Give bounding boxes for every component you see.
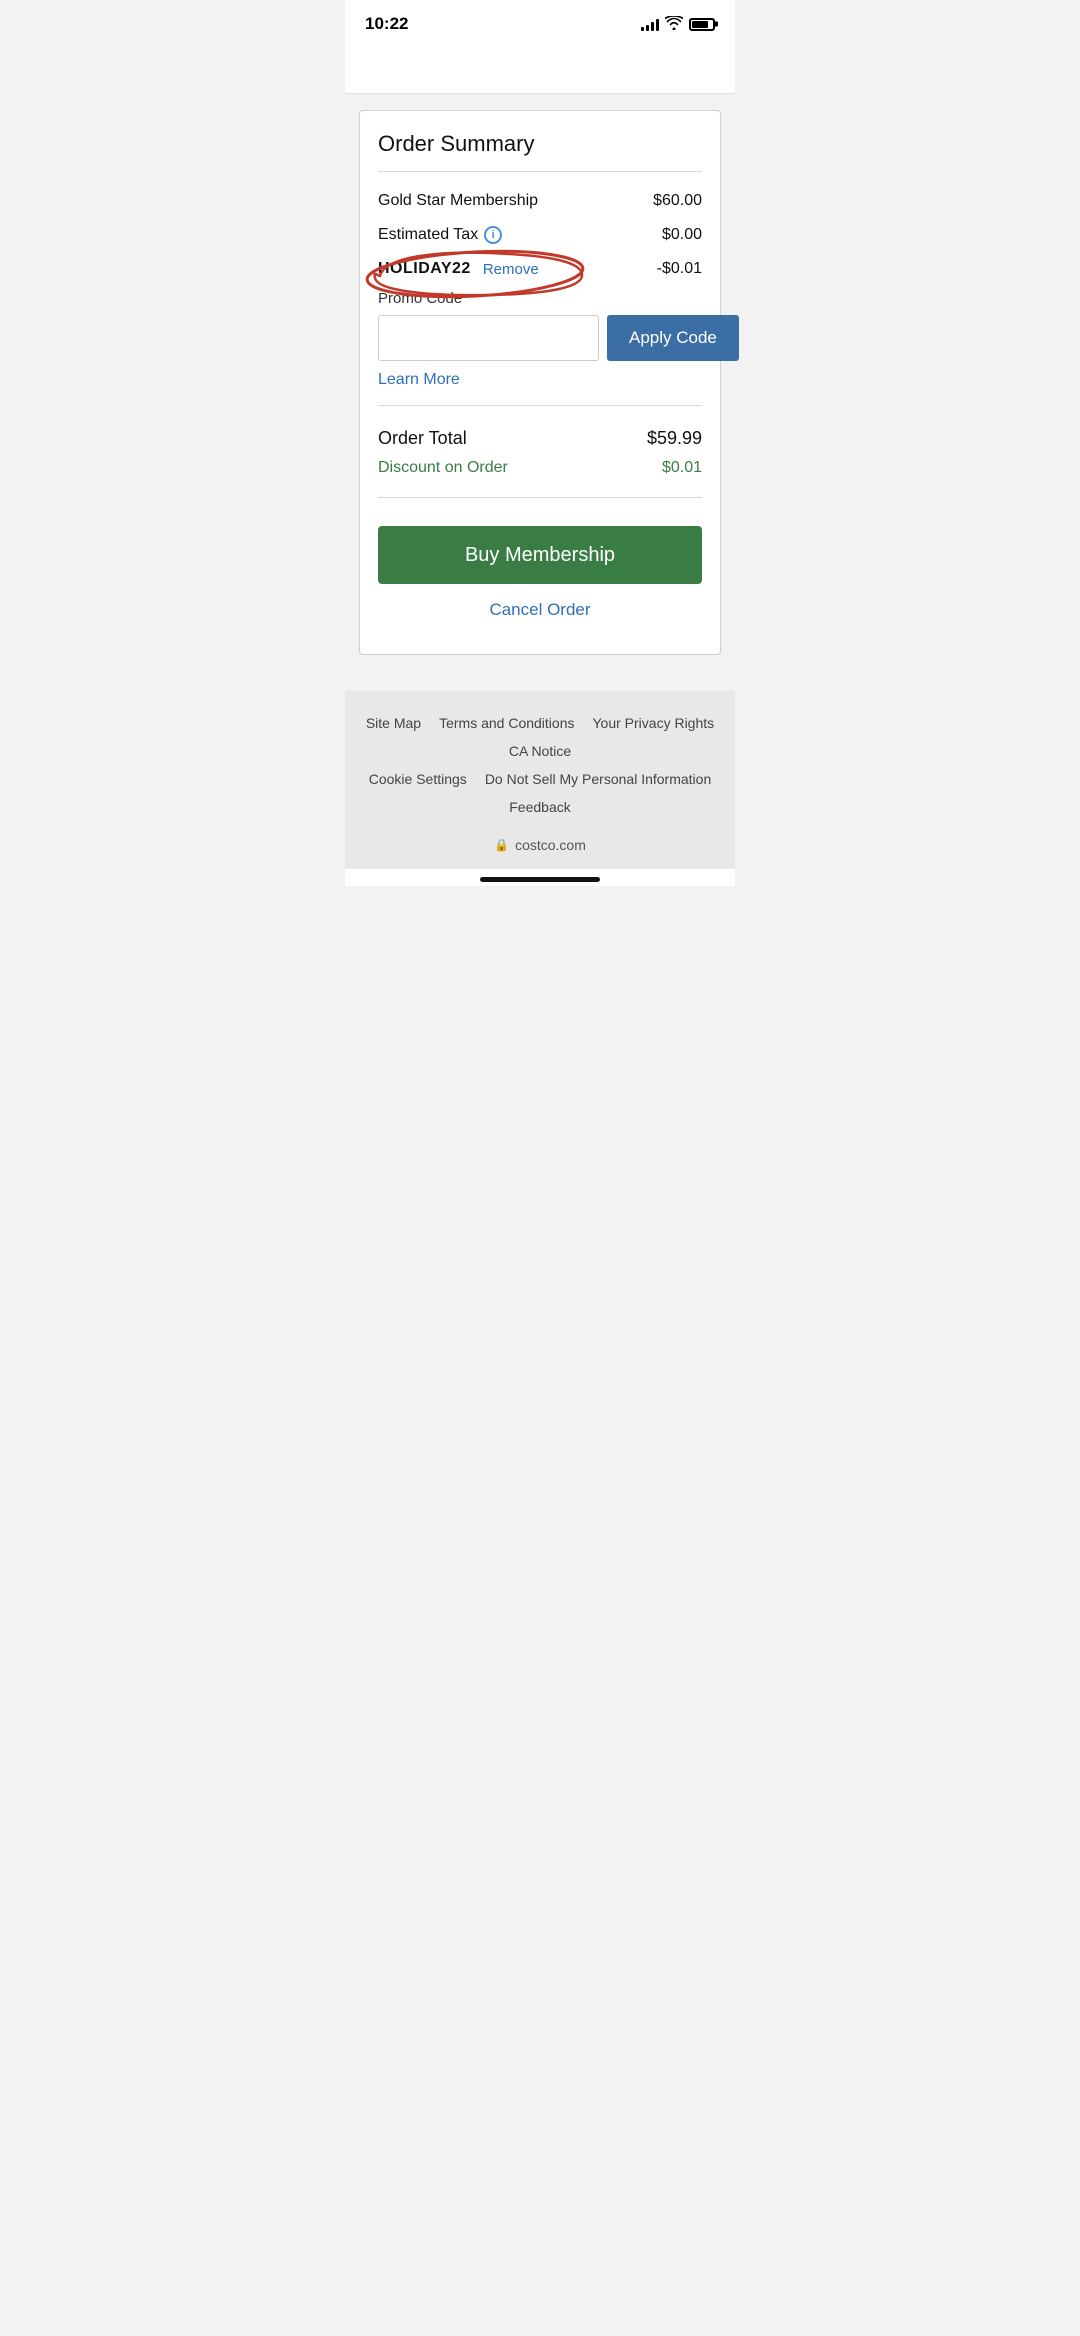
gold-star-label: Gold Star Membership xyxy=(378,192,538,210)
home-bar xyxy=(480,877,600,882)
lock-icon: 🔒 xyxy=(494,838,509,852)
estimated-tax-label: Estimated Tax i xyxy=(378,226,502,244)
status-icons xyxy=(641,16,715,33)
divider-middle xyxy=(378,405,702,406)
footer-row-2: CA Notice xyxy=(365,743,715,759)
status-time: 10:22 xyxy=(365,14,408,34)
cancel-order-link[interactable]: Cancel Order xyxy=(378,590,702,630)
apply-code-button[interactable]: Apply Code xyxy=(607,315,739,361)
gold-star-value: $60.00 xyxy=(653,192,702,210)
applied-promo-code: HOLIDAY22 xyxy=(378,260,471,278)
divider-top xyxy=(378,171,702,172)
battery-icon xyxy=(689,18,715,31)
footer-sitemap-link[interactable]: Site Map xyxy=(366,715,421,731)
estimated-tax-value: $0.00 xyxy=(662,226,702,244)
order-total-row: Order Total $59.99 xyxy=(378,418,702,455)
discount-on-order-row: Discount on Order $0.01 xyxy=(378,455,702,485)
top-scroll-area xyxy=(345,44,735,94)
footer-row-1: Site Map Terms and Conditions Your Priva… xyxy=(365,715,715,731)
home-indicator xyxy=(345,869,735,886)
tax-info-icon[interactable]: i xyxy=(484,226,502,244)
footer-domain: 🔒 costco.com xyxy=(365,833,715,853)
footer: Site Map Terms and Conditions Your Priva… xyxy=(345,691,735,869)
promo-applied-row: HOLIDAY22 Remove -$0.01 xyxy=(378,252,702,286)
discount-label: Discount on Order xyxy=(378,459,508,477)
footer-ca-notice-link[interactable]: CA Notice xyxy=(509,743,571,759)
remove-promo-link[interactable]: Remove xyxy=(483,261,539,278)
buy-membership-button[interactable]: Buy Membership xyxy=(378,526,702,584)
footer-row-3: Cookie Settings Do Not Sell My Personal … xyxy=(365,771,715,787)
status-bar: 10:22 xyxy=(345,0,735,44)
promo-input-row: Apply Code xyxy=(378,315,702,361)
footer-do-not-sell-link[interactable]: Do Not Sell My Personal Information xyxy=(485,771,711,787)
footer-feedback-link[interactable]: Feedback xyxy=(509,799,570,815)
signal-icon xyxy=(641,17,659,31)
promo-code-label: Promo Code xyxy=(378,290,702,307)
divider-bottom xyxy=(378,497,702,498)
footer-row-4: Feedback xyxy=(365,799,715,815)
promo-discount-value: -$0.01 xyxy=(657,260,702,278)
promo-applied-container: HOLIDAY22 Remove xyxy=(378,260,539,278)
wifi-icon xyxy=(665,16,683,33)
order-total-value: $59.99 xyxy=(647,428,702,449)
discount-value: $0.01 xyxy=(662,459,702,477)
order-summary-title: Order Summary xyxy=(378,131,702,157)
main-content: Order Summary Gold Star Membership $60.0… xyxy=(345,94,735,671)
order-summary-card: Order Summary Gold Star Membership $60.0… xyxy=(359,110,721,655)
footer-privacy-link[interactable]: Your Privacy Rights xyxy=(593,715,715,731)
order-total-label: Order Total xyxy=(378,428,467,449)
promo-code-input[interactable] xyxy=(378,315,599,361)
promo-code-section: Promo Code Apply Code Learn More xyxy=(378,290,702,389)
footer-terms-link[interactable]: Terms and Conditions xyxy=(439,715,574,731)
domain-text: costco.com xyxy=(515,837,586,853)
estimated-tax-row: Estimated Tax i $0.00 xyxy=(378,218,702,252)
learn-more-link[interactable]: Learn More xyxy=(378,371,460,389)
footer-cookie-settings-link[interactable]: Cookie Settings xyxy=(369,771,467,787)
gold-star-membership-row: Gold Star Membership $60.00 xyxy=(378,184,702,218)
